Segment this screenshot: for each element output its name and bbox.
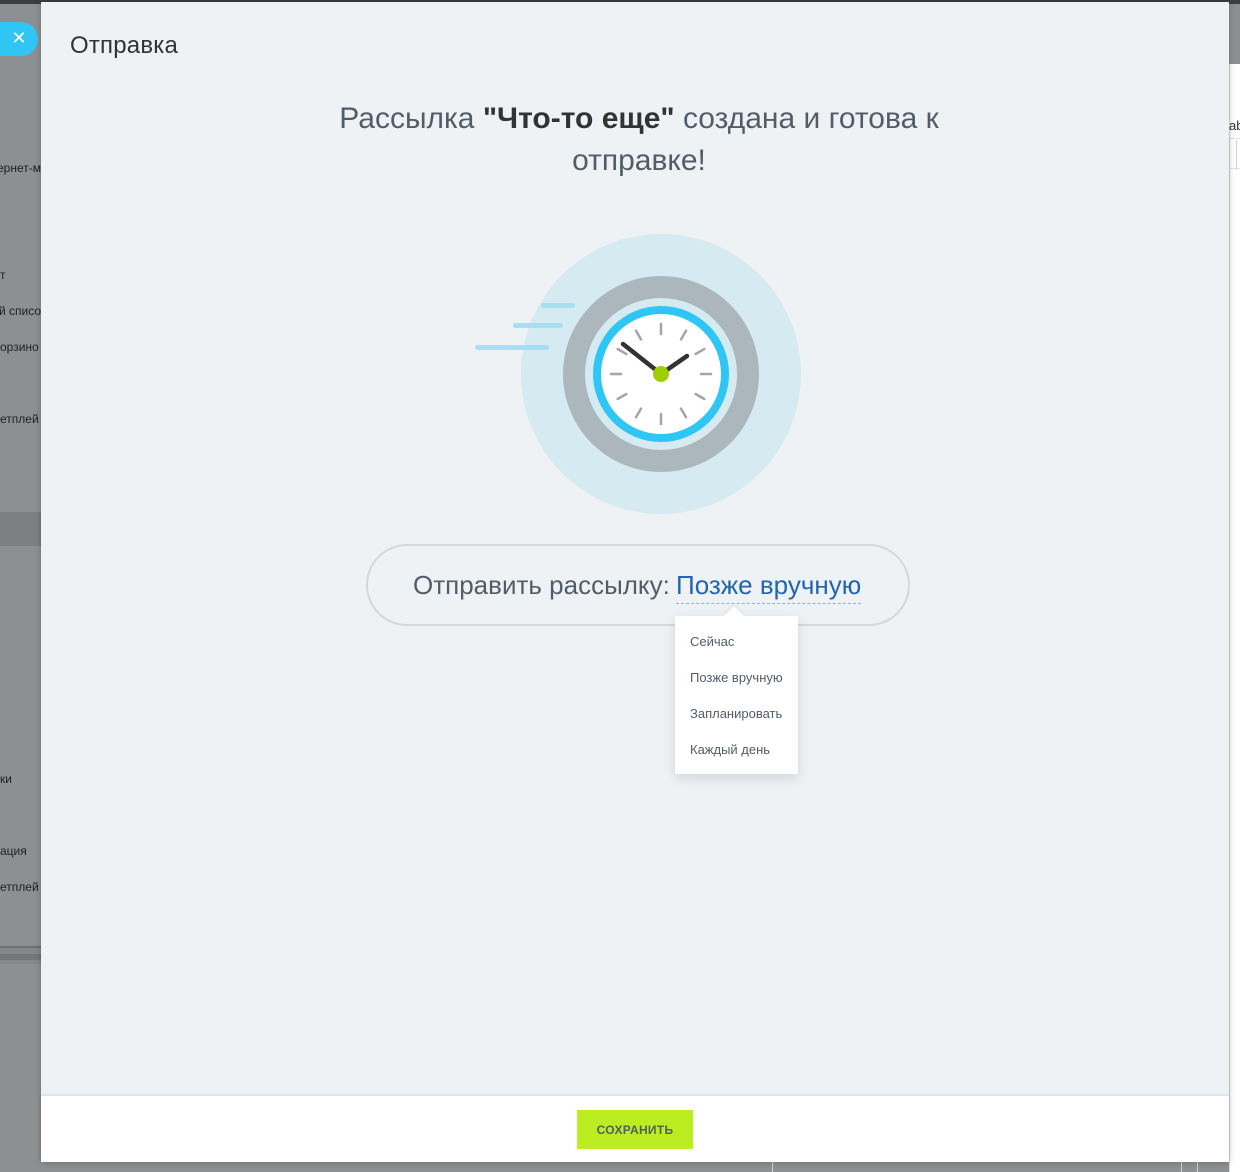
panel-footer: СОХРАНИТЬ xyxy=(41,1095,1229,1162)
menu-item-later-manual[interactable]: Позже вручную xyxy=(690,668,783,688)
send-mode-dropdown[interactable]: Позже вручную xyxy=(676,570,862,604)
bg-menu-fragment: т xyxy=(0,268,6,282)
send-mode-menu: Сейчас Позже вручную Запланировать Кажды… xyxy=(675,616,798,774)
send-mode-label: Отправить рассылку: xyxy=(413,570,670,600)
bg-menu-fragment: етплей xyxy=(0,880,39,894)
bg-menu-fragment: етплей xyxy=(0,412,39,426)
mailing-name: "Что-то еще" xyxy=(482,102,675,135)
menu-item-every-day[interactable]: Каждый день xyxy=(690,740,770,760)
headline: Рассылка "Что-то еще" создана и готова к… xyxy=(311,98,967,182)
bg-menu-fragment: ернет-м xyxy=(0,161,41,175)
bg-right-panel xyxy=(1229,64,1240,1172)
bg-menu-fragment: й списо xyxy=(0,304,41,318)
bg-right-divider xyxy=(1229,168,1240,169)
bg-menu-fragment: орзино xyxy=(0,340,39,354)
menu-item-now[interactable]: Сейчас xyxy=(690,632,734,652)
bg-right-divider xyxy=(1236,140,1237,170)
bg-right-fragment: ab xyxy=(1229,118,1240,133)
bg-menu-fragment: ки xyxy=(0,772,12,786)
save-button[interactable]: СОХРАНИТЬ xyxy=(577,1110,693,1149)
bg-menu-active-band xyxy=(0,512,41,546)
bg-menu-fragment: ация xyxy=(0,844,27,858)
clock-icon xyxy=(475,234,801,514)
bg-scrollbar xyxy=(0,946,41,964)
panel-title: Отправка xyxy=(70,32,179,59)
bg-right-divider xyxy=(1229,138,1240,139)
menu-item-schedule[interactable]: Запланировать xyxy=(690,704,782,724)
send-panel: Отправка Рассылка "Что-то еще" создана и… xyxy=(41,2,1229,1162)
close-icon: ✕ xyxy=(11,28,27,49)
headline-prefix: Рассылка xyxy=(339,102,483,135)
close-button[interactable]: ✕ xyxy=(0,22,38,56)
